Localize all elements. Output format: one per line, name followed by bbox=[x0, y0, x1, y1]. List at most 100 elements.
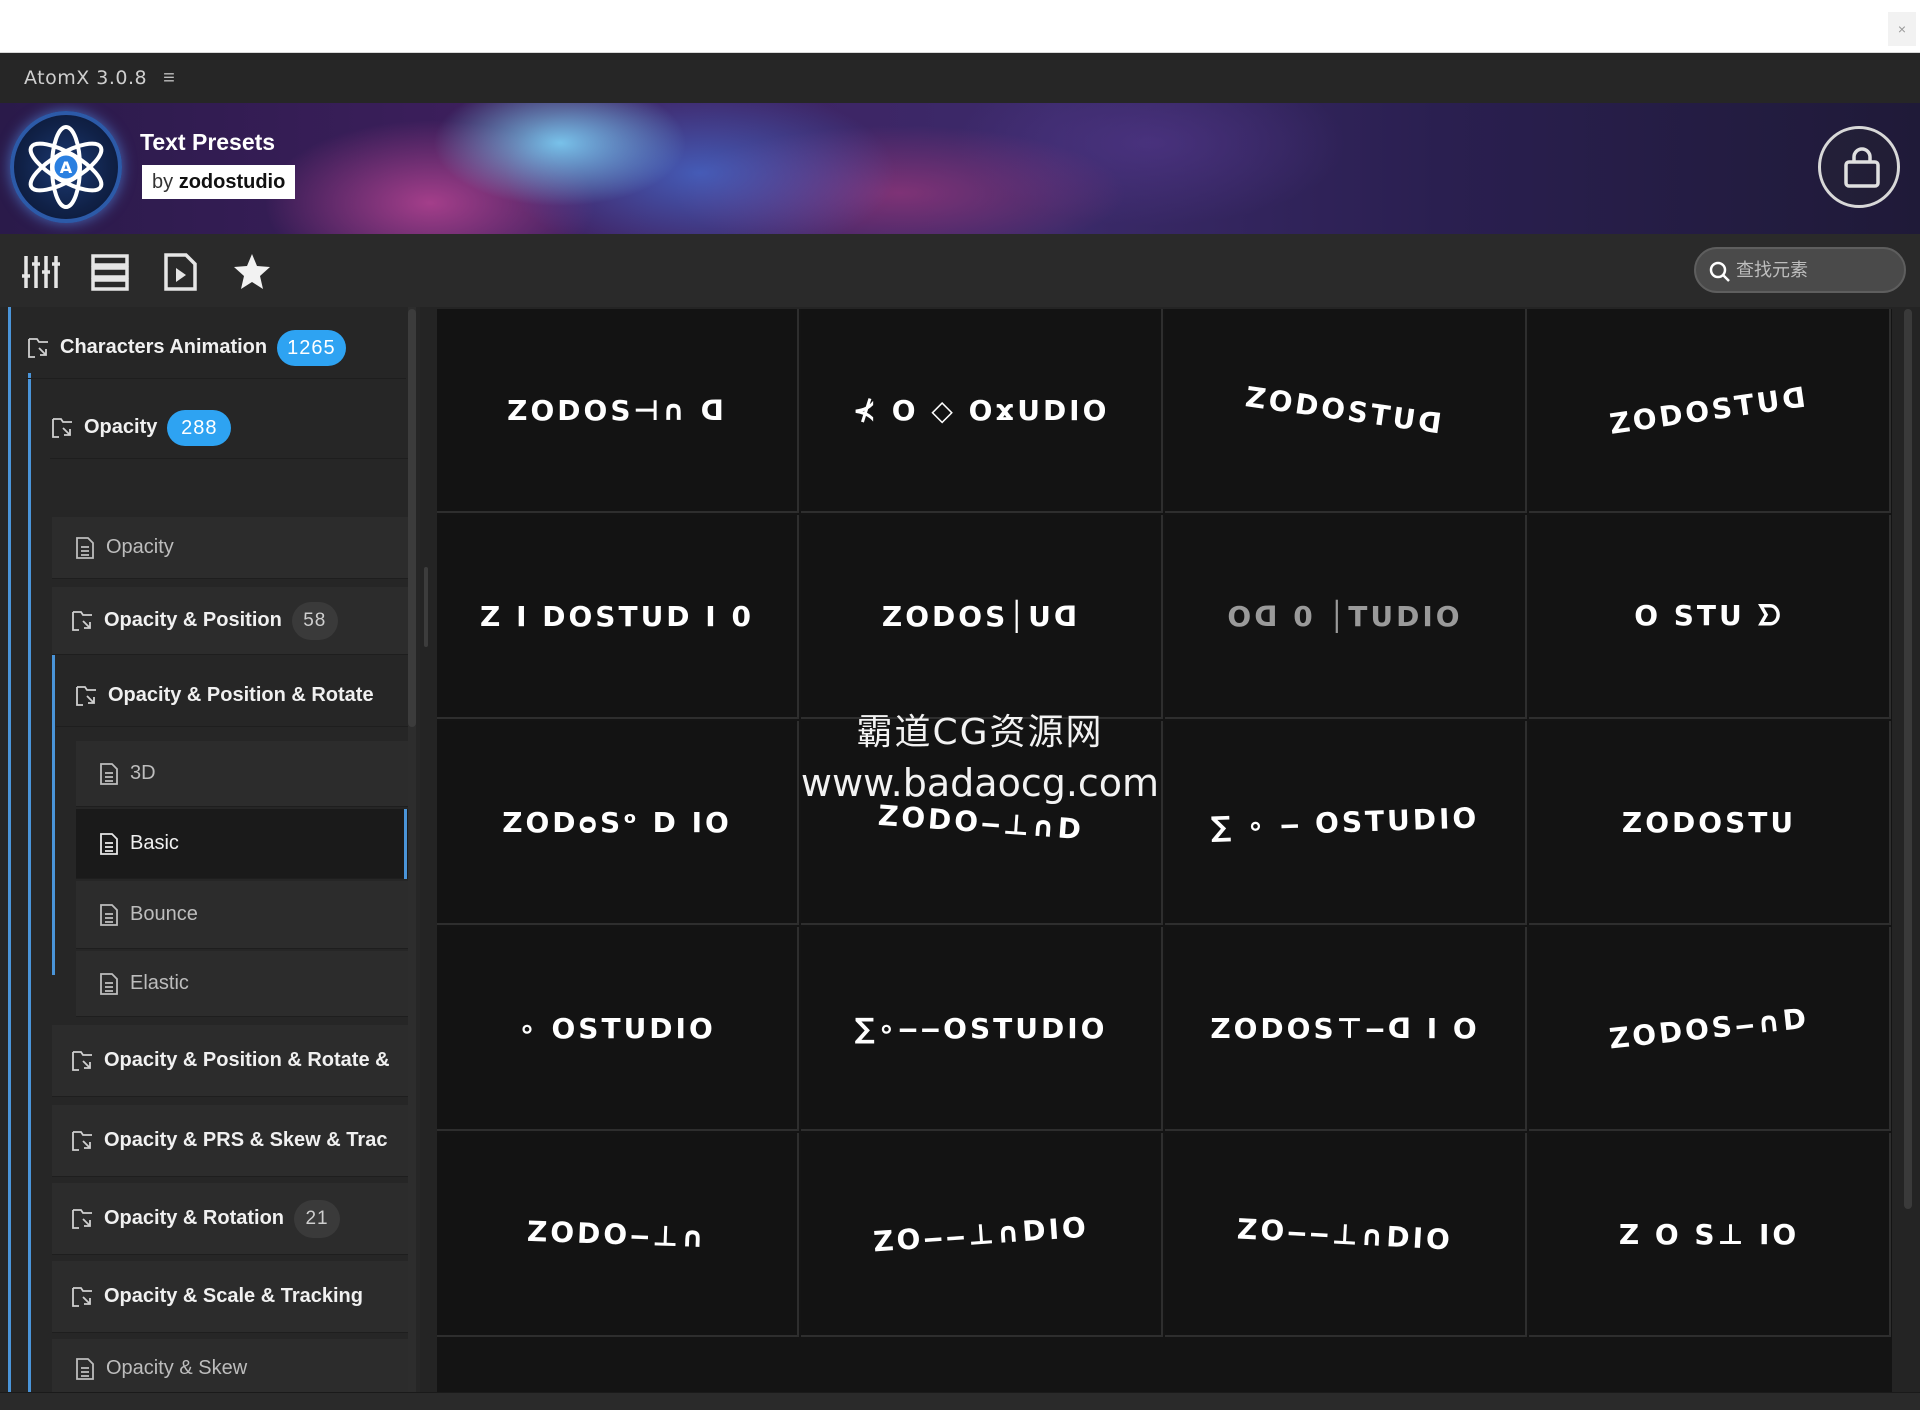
watermark: 霸道CG资源网 www.badaocg.com bbox=[760, 703, 1200, 805]
preset-tile[interactable]: ZODᴑSᵒ D IO bbox=[437, 721, 799, 925]
count-badge: 1265 bbox=[277, 329, 346, 366]
shopping-bag-icon bbox=[1844, 147, 1880, 188]
folder-link-icon bbox=[72, 1208, 92, 1229]
search-box[interactable] bbox=[1694, 247, 1906, 293]
preset-tile[interactable]: O STU ᗤ bbox=[1529, 515, 1891, 719]
sidebar-scrollbar-thumb[interactable] bbox=[408, 309, 416, 727]
tree-item-label: Opacity & Skew bbox=[106, 1357, 248, 1379]
tree-folder-characters-animation[interactable]: Characters Animation 1265 bbox=[26, 317, 406, 379]
tree-file-opacity[interactable]: Opacity bbox=[52, 517, 408, 579]
byline-author: zodostudio bbox=[178, 171, 286, 193]
watermark-line1: 霸道CG资源网 bbox=[856, 712, 1104, 753]
tree-item-label: Opacity & Position & Rotate & bbox=[104, 1049, 390, 1071]
preset-preview-text: ZO‒‒⊥∩DIO bbox=[1236, 1211, 1454, 1257]
tree-item-label: Basic bbox=[130, 832, 179, 854]
document-icon bbox=[76, 1357, 94, 1380]
tree-file-elastic[interactable]: Elastic bbox=[76, 951, 408, 1017]
atomx-logo: A bbox=[10, 111, 122, 223]
sliders-icon[interactable] bbox=[20, 252, 60, 292]
document-icon bbox=[100, 762, 118, 785]
document-icon bbox=[100, 972, 118, 995]
count-badge: 21 bbox=[294, 1199, 341, 1238]
preset-tile[interactable]: ∘ OSTUDIO bbox=[437, 927, 799, 1131]
shop-button[interactable] bbox=[1818, 126, 1900, 208]
preset-preview-text: ZODOSTUᗡ bbox=[1607, 379, 1811, 441]
search-input[interactable] bbox=[1736, 257, 1896, 283]
tree-folder-opacity-position-rotate-more[interactable]: Opacity & Position & Rotate & bbox=[52, 1025, 408, 1097]
tree-folder-opacity-rotation[interactable]: Opacity & Rotation 21 bbox=[52, 1183, 408, 1255]
tree-item-label: Elastic bbox=[130, 972, 189, 994]
folder-link-icon bbox=[28, 337, 48, 358]
search-icon bbox=[1709, 261, 1730, 282]
preset-tile[interactable]: ZODOSTUᗡ bbox=[1165, 309, 1527, 513]
header-banner: A Text Presets by zodostudio bbox=[0, 103, 1920, 234]
window-close-button[interactable]: × bbox=[1888, 12, 1916, 46]
selection-indicator bbox=[404, 809, 407, 879]
preset-preview-text: ZODOS⊣∩ ᗡ bbox=[507, 393, 727, 427]
tree-folder-opacity[interactable]: Opacity 288 bbox=[50, 397, 410, 459]
category-sidebar: Characters Animation 1265 Opacity 288 Op… bbox=[0, 307, 420, 1392]
preset-tile[interactable]: ⊀ O ◇ OϫUDIO bbox=[801, 309, 1163, 513]
preset-tile[interactable]: ZODOSTU bbox=[1529, 721, 1891, 925]
preset-tile[interactable]: ZODOS⊣∩ ᗡ bbox=[437, 309, 799, 513]
preset-grid: ZODOS⊣∩ ᗡ ⊀ O ◇ OϫUDIO ZODOSTUᗡ ZODOSTUᗡ Z I… bbox=[437, 309, 1892, 1392]
preset-preview-text: ZODOS│Uᗡ bbox=[881, 599, 1081, 633]
tree-guide-line bbox=[28, 373, 31, 1392]
preset-tile[interactable]: ZODOS‒∩D bbox=[1529, 927, 1891, 1131]
folder-link-icon bbox=[72, 1130, 92, 1151]
preset-tile[interactable]: ZODOS⊤‒ᗡ I O bbox=[1165, 927, 1527, 1131]
folder-link-icon bbox=[76, 685, 96, 706]
preset-preview-text: ∑ ∘ ‒ OSTUDIO bbox=[1210, 800, 1480, 844]
byline-prefix: by bbox=[152, 171, 179, 193]
document-icon bbox=[76, 536, 94, 559]
preset-preview-text: ZO‒‒⊥∩DIO bbox=[872, 1210, 1090, 1258]
tree-item-label: Opacity & Position & Rotate bbox=[108, 684, 374, 706]
system-titlebar: × bbox=[0, 0, 1920, 53]
count-badge: 58 bbox=[291, 601, 338, 640]
tree-file-opacity-skew[interactable]: Opacity & Skew bbox=[52, 1339, 408, 1392]
statusbar bbox=[0, 1392, 1920, 1410]
tree-file-3d[interactable]: 3D bbox=[76, 741, 408, 807]
preset-preview-text: ZODO‒⊥∩ bbox=[526, 1214, 708, 1254]
tree-folder-opacity-position-rotate[interactable]: Opacity & Position & Rotate bbox=[56, 665, 408, 727]
preset-tile[interactable]: ZODOS│Uᗡ bbox=[801, 515, 1163, 719]
media-icon[interactable] bbox=[160, 252, 200, 292]
tree-folder-opacity-scale-tracking[interactable]: Opacity & Scale & Tracking bbox=[52, 1261, 408, 1333]
tree-item-label: Opacity & Position bbox=[104, 609, 282, 631]
svg-text:A: A bbox=[60, 158, 73, 177]
tree-folder-opacity-prs-skew[interactable]: Opacity & PRS & Skew & Trac bbox=[52, 1105, 408, 1177]
preset-tile[interactable]: Z I DOSTUD I 0 bbox=[437, 515, 799, 719]
tree-item-label: Opacity & PRS & Skew & Trac bbox=[104, 1129, 388, 1151]
folder-link-icon bbox=[72, 1050, 92, 1071]
preset-preview-text: ∘ OSTUDIO bbox=[518, 1011, 716, 1045]
tree-item-label: Characters Animation bbox=[60, 336, 268, 358]
hamburger-menu-icon[interactable]: ≡ bbox=[163, 67, 175, 90]
tree-file-bounce[interactable]: Bounce bbox=[76, 881, 408, 949]
tree-folder-opacity-position[interactable]: Opacity & Position 58 bbox=[52, 587, 408, 655]
preset-tile[interactable]: Oᗡ 0 │TUDIO bbox=[1165, 515, 1527, 719]
app-window: AtomX 3.0.8 ≡ A Text Presets by zodostud… bbox=[0, 53, 1920, 1410]
list-icon[interactable] bbox=[90, 252, 130, 292]
tree-guide-line bbox=[52, 619, 55, 975]
folder-link-icon bbox=[72, 610, 92, 631]
preset-tile[interactable]: ZO‒‒⊥∩DIO bbox=[1165, 1133, 1527, 1337]
preset-preview-text: ZODOS⊤‒ᗡ I O bbox=[1210, 1011, 1480, 1045]
preset-tile[interactable]: ∑∘‒‒OSTUDIO bbox=[801, 927, 1163, 1131]
preset-tile[interactable]: ZODO‒⊥∩ bbox=[437, 1133, 799, 1337]
preset-tile[interactable]: Z O S⊥ IO bbox=[1529, 1133, 1891, 1337]
preset-tile[interactable]: ZO‒‒⊥∩DIO bbox=[801, 1133, 1163, 1337]
count-badge: 288 bbox=[167, 409, 232, 446]
tree-file-basic[interactable]: Basic bbox=[76, 809, 408, 879]
preset-preview-text: ZODOSTU bbox=[1621, 805, 1797, 839]
tree-item-label: Opacity & Scale & Tracking bbox=[104, 1285, 363, 1307]
preset-preview-text: ZODOSTUᗡ bbox=[1243, 379, 1447, 441]
preset-preview-text: O STU ᗤ bbox=[1634, 599, 1784, 632]
grid-scrollbar[interactable] bbox=[1904, 309, 1912, 1209]
preset-tile[interactable]: ∑ ∘ ‒ OSTUDIO bbox=[1165, 721, 1527, 925]
panel-resize-handle[interactable] bbox=[424, 567, 428, 647]
star-icon[interactable] bbox=[232, 252, 272, 292]
tree-guide-line bbox=[8, 307, 11, 1392]
folder-link-icon bbox=[52, 417, 72, 438]
preset-preview-text: ⊀ O ◇ OϫUDIO bbox=[852, 393, 1110, 427]
preset-tile[interactable]: ZODOSTUᗡ bbox=[1529, 309, 1891, 513]
